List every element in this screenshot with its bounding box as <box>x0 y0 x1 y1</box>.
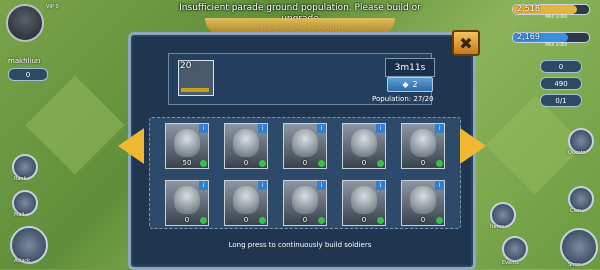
left-hud: VIP 0 makhliun 0 Rank Mail Attack <box>0 0 120 269</box>
training-timer: 3m11s <box>385 58 435 77</box>
right-hud: 2,518 MAX 3,000 2,169 MAX 3,000 0 490 0/… <box>490 0 600 269</box>
unit-card[interactable]: i0 <box>401 180 445 226</box>
shop-label: Shop <box>568 262 581 268</box>
unit-card[interactable]: i0 <box>342 180 386 226</box>
food-bar: 2,518 MAX 3,000 <box>512 4 590 19</box>
info-icon[interactable]: i <box>376 181 385 190</box>
speed-up-icon: ◆ <box>402 80 409 89</box>
unit-card[interactable]: i0 <box>224 180 268 226</box>
unit-card[interactable]: i0 <box>224 123 268 169</box>
queue-unit-level: 20 <box>180 61 192 71</box>
shop-button[interactable] <box>560 228 598 266</box>
info-icon[interactable]: i <box>435 124 444 133</box>
gems-max: MAX 3,000 <box>545 42 567 47</box>
attack-label: Attack <box>14 258 30 264</box>
player-resource-box: 0 <box>8 68 48 81</box>
speed-up-button[interactable]: ◆ 2 <box>387 77 433 92</box>
speed-up-count: 2 <box>412 80 418 89</box>
info-icon[interactable]: i <box>435 181 444 190</box>
unit-portrait <box>410 129 436 157</box>
unit-count: 0 <box>420 159 426 167</box>
unit-card[interactable]: i0 <box>283 180 327 226</box>
unit-count: 0 <box>243 159 249 167</box>
unit-portrait <box>233 129 259 157</box>
quests-label: Quests <box>568 150 586 156</box>
rank-label: Rank <box>14 176 27 182</box>
gems-value: 2,169 <box>517 32 540 41</box>
unit-portrait <box>292 186 318 214</box>
unit-portrait <box>410 186 436 214</box>
player-name: makhliun <box>8 57 41 65</box>
unit-count: 0 <box>302 216 308 224</box>
unit-portrait <box>174 129 200 157</box>
unit-count: 0 <box>184 216 190 224</box>
info-icon[interactable]: i <box>258 124 267 133</box>
unit-card[interactable]: i0 <box>165 180 209 226</box>
info-icon[interactable]: i <box>199 124 208 133</box>
items-label: Items <box>490 224 504 230</box>
unit-count: 0 <box>361 159 367 167</box>
unit-count: 0 <box>302 159 308 167</box>
queue-progress-bar <box>181 88 209 92</box>
right-box-3: 0/1 <box>540 94 582 107</box>
hint-text: Long press to continuously build soldier… <box>228 241 372 249</box>
unit-count: 50 <box>182 159 192 167</box>
events-label: Events <box>502 260 519 266</box>
info-icon[interactable]: i <box>317 181 326 190</box>
unit-portrait <box>233 186 259 214</box>
mail-label: Mail <box>14 212 25 218</box>
unit-portrait <box>292 129 318 157</box>
unit-portrait <box>351 129 377 157</box>
unit-portrait <box>174 186 200 214</box>
vip-label: VIP 0 <box>46 4 59 10</box>
unit-portrait <box>351 186 377 214</box>
gems-bar: 2,169 MAX 3,000 <box>512 32 590 47</box>
unit-card[interactable]: i0 <box>401 123 445 169</box>
unit-card[interactable]: i 50 <box>165 123 209 169</box>
food-value: 2,518 <box>517 4 540 13</box>
info-icon[interactable]: i <box>376 124 385 133</box>
unit-count: 0 <box>243 216 249 224</box>
next-page-arrow-icon[interactable] <box>460 128 486 164</box>
info-icon[interactable]: i <box>317 124 326 133</box>
population-label: Population: 27/20 <box>372 95 434 103</box>
clan-label: Clan <box>570 208 582 214</box>
prev-page-arrow-icon[interactable] <box>118 128 144 164</box>
close-button[interactable]: ✖ <box>452 30 480 56</box>
unit-count: 0 <box>420 216 426 224</box>
right-box-2: 490 <box>540 77 582 90</box>
unit-card[interactable]: i0 <box>283 123 327 169</box>
unit-card[interactable]: i0 <box>342 123 386 169</box>
right-box-1: 0 <box>540 60 582 73</box>
food-max: MAX 3,000 <box>545 14 567 19</box>
player-avatar[interactable] <box>6 4 44 42</box>
events-button[interactable] <box>502 236 528 262</box>
info-icon[interactable]: i <box>258 181 267 190</box>
unit-count: 0 <box>361 216 367 224</box>
info-icon[interactable]: i <box>199 181 208 190</box>
